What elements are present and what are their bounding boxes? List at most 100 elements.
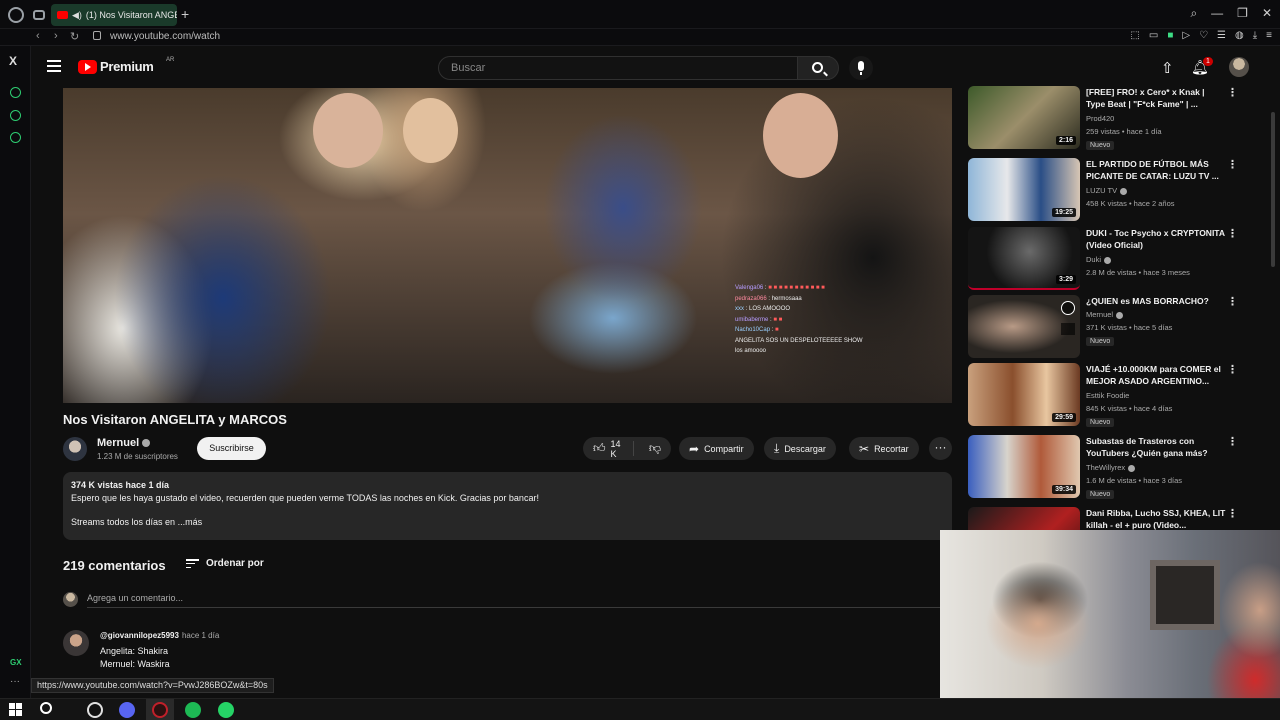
url-field[interactable]: www.youtube.com/watch (110, 31, 220, 42)
kebab-menu-icon[interactable]: ⋮ (1227, 507, 1238, 520)
add-to-queue-icon[interactable] (1061, 323, 1075, 335)
youtube-premium-logo[interactable]: Premium AR (78, 57, 174, 74)
wallet-icon[interactable]: ◍ (1235, 30, 1244, 41)
video-thumbnail[interactable] (968, 295, 1080, 358)
recommended-title[interactable]: [FREE] FRO! x Cero* x Knak | Type Beat |… (1086, 86, 1226, 110)
recommended-title[interactable]: EL PARTIDO DE FÚTBOL MÁS PICANTE DE CATA… (1086, 158, 1226, 182)
kebab-menu-icon[interactable]: ⋮ (1227, 158, 1238, 171)
subscribe-button[interactable]: Suscribirse (197, 437, 266, 460)
create-upload-icon[interactable]: ⇧ (1161, 59, 1174, 77)
recommended-title[interactable]: VIAJÉ +10.000KM para COMER el MEJOR ASAD… (1086, 363, 1226, 387)
page-scrollbar[interactable] (1271, 112, 1275, 267)
video-thumbnail[interactable]: 19:25 (968, 158, 1080, 221)
add-comment-input[interactable]: Agrega un comentario... (87, 593, 183, 603)
maximize-icon[interactable]: ❐ (1237, 6, 1248, 21)
kebab-menu-icon[interactable]: ⋮ (1227, 86, 1238, 99)
tab-islands-icon[interactable] (33, 10, 45, 20)
verified-icon (1120, 187, 1128, 195)
windows-start-icon[interactable] (9, 703, 22, 716)
clip-button[interactable]: ✂ Recortar (849, 437, 919, 460)
opera-gx-icon[interactable] (87, 702, 103, 718)
download-button[interactable]: ⤓ Descargar (764, 437, 836, 460)
settings-icon[interactable]: ≡ (1266, 30, 1272, 41)
kebab-menu-icon[interactable]: ⋮ (1227, 295, 1238, 308)
gx-corner-icon[interactable]: GX (10, 658, 22, 667)
back-icon[interactable]: ‹ (36, 30, 40, 42)
spotify-icon[interactable] (185, 702, 201, 718)
history-icon[interactable] (10, 87, 21, 98)
browser-tab-youtube[interactable]: ◀) (1) Nos Visitaron ANGELITA (51, 4, 177, 26)
close-window-icon[interactable]: ✕ (1262, 6, 1272, 21)
discord-icon[interactable] (119, 702, 135, 718)
channel-avatar[interactable] (63, 437, 87, 461)
x-twitter-icon[interactable]: X (9, 54, 17, 68)
recommended-channel[interactable]: TheWillyrex (1086, 463, 1136, 472)
whatsapp-icon[interactable] (218, 702, 234, 718)
video-thumbnail[interactable]: 2:16 (968, 86, 1080, 149)
dislike-button[interactable]: 👎︎ (639, 441, 671, 456)
tab-icon[interactable]: ▭ (1149, 30, 1158, 41)
snapshot-icon[interactable]: ⬚ (1130, 30, 1139, 41)
recommended-title[interactable]: Dani Ribba, Lucho SSJ, KHEA, LIT killah … (1086, 507, 1226, 531)
recommended-video[interactable]: 39:34 Subastas de Trasteros con YouTuber… (968, 435, 1238, 499)
voice-search-icon[interactable] (849, 56, 873, 80)
recommended-title[interactable]: DUKI - Toc Psycho x CRYPTONITA (Video Of… (1086, 227, 1226, 251)
recommended-video[interactable]: 29:59 VIAJÉ +10.000KM para COMER el MEJO… (968, 363, 1238, 427)
recommended-channel[interactable]: Esttik Foodie (1086, 391, 1129, 400)
video-thumbnail[interactable]: 29:59 (968, 363, 1080, 426)
video-player[interactable]: Valenga06 : ■ ■ ■ ■ ■ ■ ■ ■ ■ ■ ■ pedraz… (63, 88, 952, 403)
lock-icon[interactable] (93, 31, 101, 40)
recommended-channel[interactable]: Prod420 (1086, 114, 1114, 123)
comment-author[interactable]: @giovannilopez5993 (100, 631, 179, 640)
more-actions-button[interactable]: ··· (929, 437, 952, 460)
recommended-video[interactable]: ¿QUIEN es MAS BORRACHO? Mernuel 371 K vi… (968, 295, 1238, 359)
reload-icon[interactable]: ↻ (70, 30, 79, 43)
search-icon (812, 62, 823, 73)
recommended-video[interactable]: 2:16 [FREE] FRO! x Cero* x Knak | Type B… (968, 86, 1238, 150)
share-button[interactable]: ➦ Compartir (679, 437, 754, 460)
like-button[interactable]: 👍︎ 14 K (583, 439, 634, 459)
recommended-title[interactable]: Subastas de Trasteros con YouTubers ¿Qui… (1086, 435, 1226, 459)
search-tabs-icon[interactable]: ⌕ (1190, 6, 1197, 21)
recommended-channel[interactable]: LUZU TV (1086, 186, 1128, 195)
settings-gear-icon[interactable] (10, 132, 21, 143)
youtube-header: Premium AR Buscar ⇧ 🔔︎ 1 (31, 46, 1280, 88)
verified-icon (1104, 256, 1112, 264)
recommended-channel[interactable]: Duki (1086, 255, 1112, 264)
player-icon[interactable]: ▷ (1182, 30, 1190, 41)
comment-time[interactable]: hace 1 día (182, 631, 219, 640)
recommended-title[interactable]: ¿QUIEN es MAS BORRACHO? (1086, 295, 1226, 307)
watch-later-icon[interactable] (1061, 301, 1075, 315)
vpn-shield-icon[interactable]: ■ (1167, 30, 1173, 41)
extensions-icon[interactable] (10, 110, 21, 121)
description-box[interactable]: 374 K vistas hace 1 día Espero que les h… (63, 472, 952, 540)
kebab-menu-icon[interactable]: ⋮ (1227, 227, 1238, 240)
sort-comments-button[interactable]: Ordenar por (186, 558, 264, 569)
forward-icon[interactable]: › (54, 30, 58, 42)
kebab-menu-icon[interactable]: ⋮ (1227, 435, 1238, 448)
video-thumbnail[interactable]: 3:29 (968, 227, 1080, 290)
more-options-icon[interactable]: ··· (10, 676, 20, 687)
menu-icon[interactable]: ☰ (1217, 30, 1226, 41)
streaming-app-icon[interactable] (152, 702, 168, 718)
recommended-video[interactable]: 19:25 EL PARTIDO DE FÚTBOL MÁS PICANTE D… (968, 158, 1238, 222)
search-button[interactable] (797, 56, 839, 80)
account-avatar[interactable] (1229, 57, 1249, 77)
opera-logo-icon[interactable] (8, 7, 24, 23)
speaker-icon[interactable]: ◀) (72, 10, 82, 21)
hamburger-menu-icon[interactable] (47, 60, 61, 72)
kebab-menu-icon[interactable]: ⋮ (1227, 363, 1238, 376)
download-icon[interactable]: ⤓ (1253, 30, 1257, 41)
heart-icon[interactable]: ♡ (1199, 30, 1208, 41)
show-more-link[interactable]: ...más (178, 517, 203, 527)
comment-author-avatar[interactable] (63, 630, 89, 656)
minimize-icon[interactable]: — (1211, 6, 1223, 21)
channel-name[interactable]: Mernuel (97, 437, 151, 449)
search-input[interactable]: Buscar (438, 56, 830, 80)
taskbar-search-icon[interactable] (40, 702, 52, 714)
recommended-video[interactable]: 3:29 DUKI - Toc Psycho x CRYPTONITA (Vid… (968, 227, 1238, 291)
recommended-channel[interactable]: Mernuel (1086, 310, 1124, 319)
video-thumbnail[interactable]: 39:34 (968, 435, 1080, 498)
new-tab-icon[interactable]: + (181, 6, 189, 22)
thumbs-down-icon: 👎︎ (648, 441, 661, 455)
